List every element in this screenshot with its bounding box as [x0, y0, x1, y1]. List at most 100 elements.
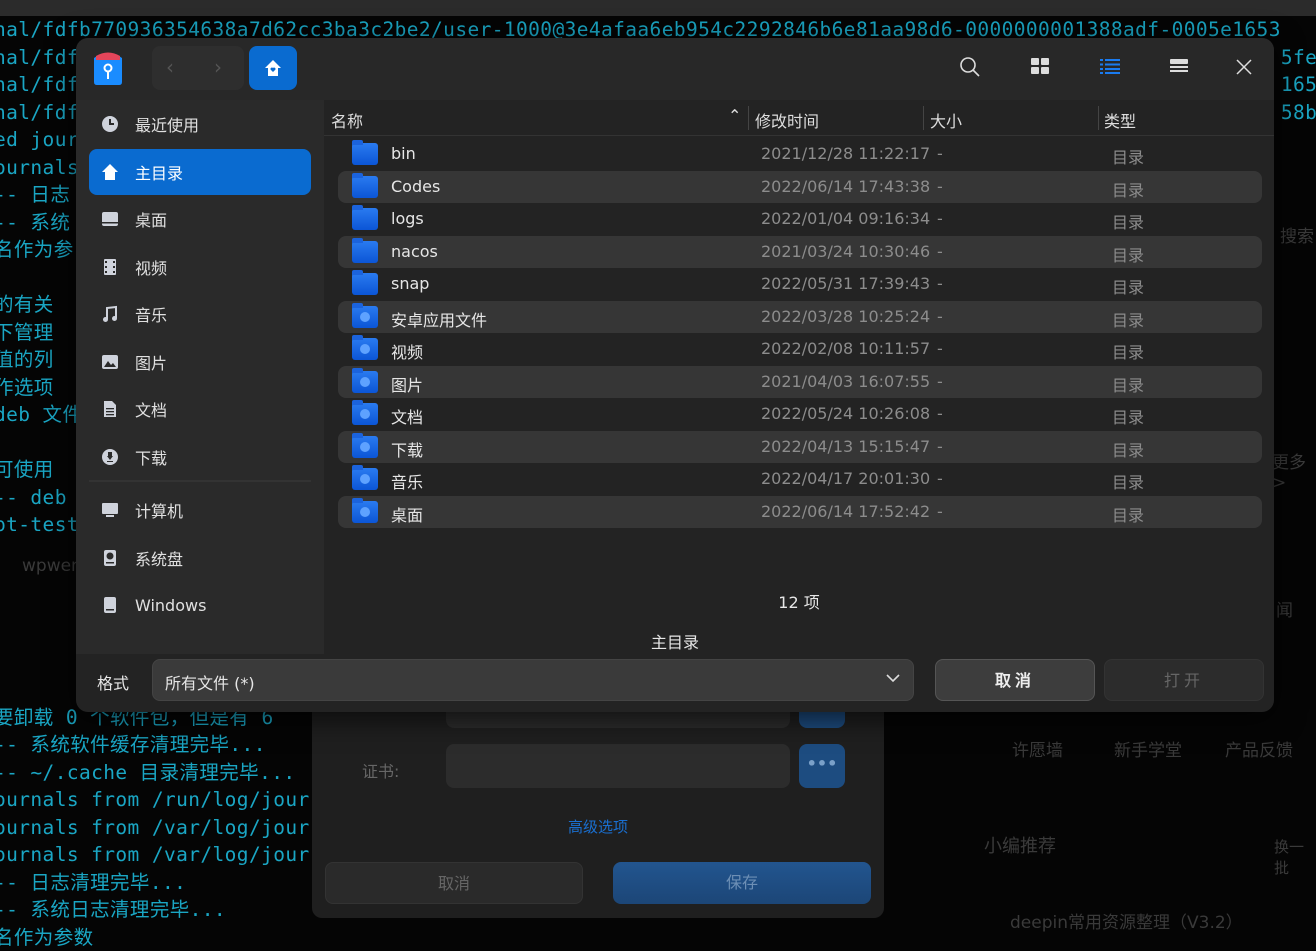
sidebar-item-drive[interactable]: Windows	[89, 582, 311, 628]
file-modified: 2022/05/31 17:39:43	[761, 274, 930, 293]
sidebar-item-download[interactable]: 下载	[89, 434, 311, 480]
file-type: 目录	[1112, 502, 1144, 526]
sidebar-item-computer[interactable]: 计算机	[89, 487, 311, 533]
sidebar: 最近使用主目录桌面视频音乐图片文档下载计算机系统盘 Windows	[76, 100, 324, 654]
nav-buttons: ‹ ›	[152, 46, 244, 90]
search-icon[interactable]	[957, 56, 983, 82]
advanced-options-link: 高级选项	[312, 816, 884, 837]
file-row[interactable]: 安卓应用文件2022/03/28 10:25:24-目录	[338, 301, 1262, 333]
file-type: 目录	[1112, 372, 1144, 396]
file-type: 目录	[1112, 404, 1144, 428]
top-panel	[0, 0, 1316, 16]
file-row[interactable]: bin2021/12/28 11:22:17-目录	[338, 138, 1262, 170]
file-size: -	[937, 144, 943, 163]
sidebar-item-video[interactable]: 视频	[89, 244, 311, 290]
file-dialog: ‹ › 最近使用主目录桌面视频音乐图片文档下载计算机系统盘Windows 名称 …	[76, 38, 1274, 712]
sidebar-item-home[interactable]: 主目录	[89, 149, 311, 195]
file-modified: 2022/04/13 15:15:47	[761, 437, 930, 456]
chevron-down-icon	[885, 668, 901, 692]
back-button[interactable]: ‹	[166, 55, 174, 79]
detail-view-icon[interactable]	[1166, 56, 1192, 82]
file-modified: 2022/06/14 17:52:42	[761, 502, 930, 521]
list-view-icon[interactable]	[1097, 56, 1123, 82]
news-text: 闻	[1276, 596, 1293, 621]
sidebar-item-picture[interactable]: 图片	[89, 339, 311, 385]
home-icon	[101, 163, 119, 181]
file-name: snap	[391, 274, 429, 293]
file-row[interactable]: 文档2022/05/24 10:26:08-目录	[338, 398, 1262, 430]
article-link: deepin常用资源整理（V3.2）	[1010, 908, 1243, 933]
file-modified: 2021/12/28 11:22:17	[761, 144, 930, 163]
format-select[interactable]: 所有文件 (*)	[152, 659, 914, 701]
close-icon[interactable]	[1231, 56, 1257, 82]
more-link: 更多>	[1272, 448, 1316, 493]
file-name: logs	[391, 209, 424, 228]
home-breadcrumb-button[interactable]	[249, 46, 297, 90]
file-size: -	[937, 242, 943, 261]
forward-button[interactable]: ›	[214, 55, 222, 79]
search-text: 搜索	[1280, 222, 1314, 247]
file-name: 视频	[391, 339, 423, 363]
sidebar-item-label: 最近使用	[135, 112, 199, 136]
file-modified: 2022/02/08 10:11:57	[761, 339, 930, 358]
folder-icon	[352, 306, 378, 328]
sidebar-item-label: 音乐	[135, 302, 167, 326]
file-row[interactable]: nacos2021/03/24 10:30:46-目录	[338, 236, 1262, 268]
cert-browse-button: •••	[799, 744, 845, 788]
file-size: -	[937, 307, 943, 326]
newbie-school: 新手学堂	[1114, 736, 1182, 761]
computer-icon	[101, 501, 119, 519]
cancel-button[interactable]: 取消	[935, 659, 1095, 701]
sidebar-item-document[interactable]: 文档	[89, 386, 311, 432]
save-button: 保存	[613, 862, 871, 904]
file-name: 图片	[391, 372, 423, 396]
sort-ascending-icon[interactable]: ⌃	[728, 106, 741, 125]
column-size[interactable]: 大小	[930, 108, 962, 132]
file-type: 目录	[1112, 144, 1144, 168]
sidebar-item-label: 计算机	[135, 498, 183, 522]
file-modified: 2022/05/24 10:26:08	[761, 404, 930, 423]
format-label: 格式	[97, 670, 129, 694]
wish-wall: 许愿墙	[1012, 736, 1063, 761]
file-size: -	[937, 469, 943, 488]
file-row[interactable]: 视频2022/02/08 10:11:57-目录	[338, 333, 1262, 365]
file-row[interactable]: 音乐2022/04/17 20:01:30-目录	[338, 463, 1262, 495]
column-type[interactable]: 类型	[1104, 108, 1136, 132]
refresh-link: 换一批	[1274, 836, 1316, 878]
file-row[interactable]: snap2022/05/31 17:39:43-目录	[338, 268, 1262, 300]
file-size: -	[937, 372, 943, 391]
file-modified: 2022/06/14 17:43:38	[761, 177, 930, 196]
file-row[interactable]: 桌面2022/06/14 17:52:42-目录	[338, 496, 1262, 528]
folder-icon	[352, 403, 378, 425]
file-row[interactable]: Codes2022/06/14 17:43:38-目录	[338, 171, 1262, 203]
file-type: 目录	[1112, 209, 1144, 233]
sidebar-item-music[interactable]: 音乐	[89, 291, 311, 337]
open-button[interactable]: 打开	[1104, 659, 1264, 701]
column-name[interactable]: 名称	[331, 108, 363, 132]
file-size: -	[937, 274, 943, 293]
file-name: 下载	[391, 437, 423, 461]
file-row[interactable]: logs2022/01/04 09:16:34-目录	[338, 203, 1262, 235]
username: wpwen	[22, 556, 82, 576]
sidebar-item-label: Windows	[135, 596, 206, 615]
sidebar-item-label: 文档	[135, 397, 167, 421]
sidebar-item-disk[interactable]: 系统盘	[89, 535, 311, 581]
folder-icon	[352, 338, 378, 360]
sidebar-item-clock[interactable]: 最近使用	[89, 101, 311, 147]
file-name: 安卓应用文件	[391, 307, 487, 331]
file-type: 目录	[1112, 469, 1144, 493]
sidebar-item-desktop[interactable]: 桌面	[89, 196, 311, 242]
icon-view-icon[interactable]	[1027, 56, 1053, 82]
current-directory: 主目录	[76, 629, 1274, 653]
file-modified: 2021/04/03 16:07:55	[761, 372, 930, 391]
sidebar-item-label: 主目录	[135, 160, 183, 184]
home-icon	[264, 59, 282, 77]
file-row[interactable]: 下载2022/04/13 15:15:47-目录	[338, 431, 1262, 463]
folder-icon	[352, 371, 378, 393]
download-icon	[101, 448, 119, 466]
column-modified[interactable]: 修改时间	[755, 108, 819, 132]
file-type: 目录	[1112, 242, 1144, 266]
file-size: -	[937, 177, 943, 196]
file-row[interactable]: 图片 2021/04/03 16:07:55- 目录	[338, 366, 1262, 398]
file-modified: 2022/03/28 10:25:24	[761, 307, 930, 326]
